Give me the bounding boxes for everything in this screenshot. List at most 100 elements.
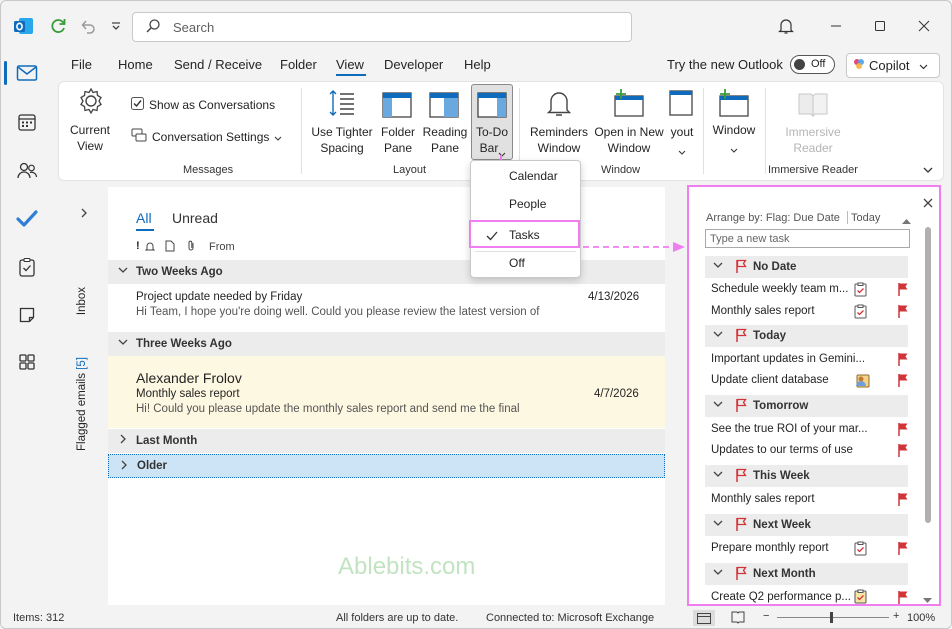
use-tighter-spacing-button[interactable]: Use Tighter Spacing [309, 84, 375, 160]
tab-all[interactable]: All [136, 210, 152, 226]
task-group-tomorrow[interactable]: Tomorrow [705, 395, 908, 417]
tab-unread[interactable]: Unread [172, 210, 218, 226]
ribbon-separator [301, 88, 302, 174]
maximize-icon[interactable] [869, 15, 891, 37]
flagged-emails-folder[interactable]: Flagged emails [5] [72, 287, 92, 451]
menu-file[interactable]: File [71, 57, 92, 72]
todo-bar-button[interactable]: To-Do Bar [471, 84, 513, 160]
folder-pane-button[interactable]: Folder Pane [377, 84, 419, 160]
todo-scrollbar[interactable] [925, 227, 931, 523]
task-flag-icon[interactable] [897, 541, 909, 558]
task-flag-icon[interactable] [897, 373, 909, 390]
sync-icon[interactable] [47, 15, 69, 37]
task-item[interactable]: See the true ROI of your mar... [711, 423, 869, 435]
type-column-icon[interactable] [165, 240, 175, 255]
reminders-window-button[interactable]: Reminders Window [525, 84, 593, 160]
task-group-no-date[interactable]: No Date [705, 256, 908, 278]
group-header-three-weeks[interactable]: Three Weeks Ago [108, 332, 665, 356]
search-box[interactable]: Search [132, 12, 632, 42]
ribbon-collapse-chevron-icon[interactable] [923, 162, 933, 176]
calendar-icon[interactable] [12, 107, 42, 137]
task-item[interactable]: Create Q2 performance p... [711, 591, 851, 603]
attachment-column-icon[interactable] [186, 240, 196, 255]
close-icon[interactable] [913, 15, 935, 37]
group-header-older[interactable]: Older [108, 454, 665, 478]
task-flag-icon[interactable] [897, 443, 909, 460]
task-item[interactable]: Important updates in Gemini... [711, 353, 869, 365]
window-button[interactable]: Window [707, 84, 761, 160]
zoom-in-icon[interactable]: + [893, 610, 899, 622]
notification-bell-icon[interactable] [775, 15, 797, 37]
tasks-clipboard-icon[interactable] [12, 252, 42, 282]
arrange-by-label[interactable]: Arrange by: Flag: Due Date [706, 212, 840, 224]
sort-up-icon[interactable] [902, 213, 911, 227]
importance-column-icon[interactable]: ! [136, 240, 140, 252]
chevron-down-icon [919, 58, 928, 73]
menu-folder[interactable]: Folder [280, 57, 317, 72]
zoom-level: 100% [907, 612, 936, 624]
menu-view[interactable]: View [336, 57, 364, 72]
conversation-settings-button[interactable]: Conversation Settings [131, 128, 282, 145]
task-group-this-week[interactable]: This Week [705, 465, 908, 487]
message-row[interactable]: Project update needed by Friday Hi Team,… [108, 284, 665, 330]
menu-help[interactable]: Help [464, 57, 491, 72]
expand-chevron-icon[interactable] [80, 207, 88, 221]
task-group-next-month[interactable]: Next Month [705, 563, 908, 585]
reading-pane-button[interactable]: Reading Pane [421, 84, 469, 160]
copilot-button[interactable]: Copilot [846, 53, 940, 78]
dropdown-off[interactable]: Off [509, 256, 525, 270]
task-flag-icon[interactable] [897, 422, 909, 439]
zoom-slider-thumb[interactable] [830, 612, 833, 623]
status-bar: Items: 312 All folders are up to date. C… [1, 607, 951, 628]
dropdown-people[interactable]: People [509, 197, 546, 211]
from-column-header[interactable]: From [209, 241, 235, 253]
search-icon [145, 18, 161, 37]
task-flag-icon[interactable] [897, 304, 909, 321]
task-item[interactable]: Updates to our terms of use [711, 444, 869, 456]
reminder-column-icon[interactable] [144, 240, 156, 255]
current-view-button[interactable]: Current View [65, 84, 115, 156]
message-row-selected[interactable]: Alexander Frolov Monthly sales report Hi… [108, 356, 665, 428]
menu-send-receive[interactable]: Send / Receive [174, 57, 262, 72]
task-item[interactable]: Update client database [711, 374, 851, 386]
task-flag-icon[interactable] [897, 352, 909, 369]
zoom-out-icon[interactable]: − [763, 610, 769, 622]
chevron-down-icon [713, 399, 723, 412]
apps-grid-icon[interactable] [12, 347, 42, 377]
group-header-last-month[interactable]: Last Month [108, 429, 665, 453]
dropdown-tasks-item[interactable]: Tasks [469, 220, 580, 248]
todo-checkmark-icon[interactable] [12, 204, 42, 234]
dropdown-tasks: Tasks [509, 228, 540, 242]
minimize-icon[interactable] [825, 15, 847, 37]
notes-icon[interactable] [12, 300, 42, 330]
task-flag-icon[interactable] [897, 282, 909, 299]
close-icon[interactable] [923, 197, 933, 211]
new-task-input[interactable]: Type a new task [705, 229, 910, 248]
scroll-down-icon[interactable] [923, 593, 932, 607]
group-header-two-weeks[interactable]: Two Weeks Ago [108, 260, 665, 284]
people-icon[interactable] [12, 156, 42, 186]
task-item[interactable]: Monthly sales report [711, 305, 851, 317]
task-item[interactable]: Prepare monthly report [711, 542, 851, 554]
dropdown-calendar[interactable]: Calendar [509, 169, 558, 183]
reading-view-icon[interactable] [731, 611, 745, 627]
menu-developer[interactable]: Developer [384, 57, 443, 72]
undo-icon[interactable] [77, 15, 99, 37]
reading-pane-label-2: Pane [430, 141, 460, 155]
zoom-slider[interactable] [777, 617, 889, 618]
new-outlook-toggle[interactable]: Off [790, 55, 835, 74]
normal-view-icon[interactable] [693, 610, 715, 626]
menu-home[interactable]: Home [118, 57, 153, 72]
show-as-conversations[interactable]: Show as Conversations [131, 97, 275, 113]
task-item[interactable]: Monthly sales report [711, 493, 851, 505]
task-group-next-week[interactable]: Next Week [705, 514, 908, 536]
task-group-today[interactable]: Today [705, 325, 908, 347]
task-flag-icon[interactable] [897, 492, 909, 509]
task-item[interactable]: Schedule weekly team m... [711, 283, 851, 295]
open-in-new-window-button[interactable]: Open in New Window [593, 84, 665, 160]
items-count: Items: 312 [13, 612, 65, 624]
task-flag-icon[interactable] [897, 590, 909, 607]
layout-dropdown-button[interactable]: yout [667, 84, 697, 160]
customize-toolbar-icon[interactable] [107, 17, 125, 35]
sort-today-label[interactable]: Today [851, 212, 880, 224]
